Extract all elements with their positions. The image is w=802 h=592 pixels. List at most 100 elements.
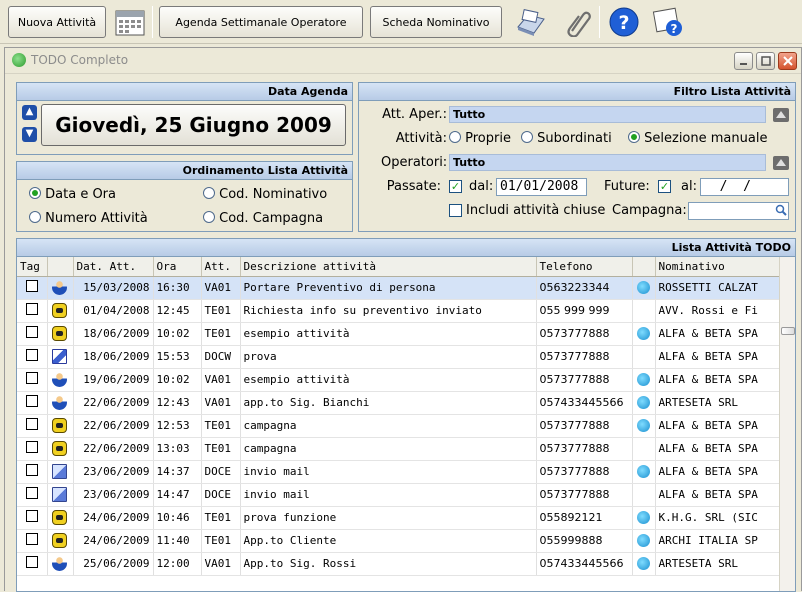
call-icon[interactable] [637, 419, 650, 433]
date-up-icon[interactable]: ▲ [22, 105, 37, 120]
row-call-cell [632, 299, 656, 323]
row-tag-checkbox[interactable] [25, 349, 38, 361]
row-tag-checkbox[interactable] [25, 464, 38, 476]
activity-option-own[interactable]: Proprie [449, 131, 511, 146]
to-date-input[interactable]: / / [700, 178, 789, 196]
row-call-cell [632, 391, 656, 415]
table-row[interactable]: 24/06/2009 11:40 TE01 App.to Cliente 0559998… [17, 529, 782, 553]
date-down-icon[interactable]: ▼ [22, 127, 37, 142]
table-row[interactable]: 22/06/2009 12:53 TE01 campagna 0573777888 ALF… [17, 414, 782, 438]
row-description: prova [240, 345, 537, 369]
calendar-icon[interactable] [113, 5, 147, 39]
maximize-button[interactable] [756, 52, 775, 70]
call-icon[interactable] [637, 396, 650, 410]
row-tag-checkbox[interactable] [25, 326, 38, 338]
radio-icon[interactable] [203, 187, 215, 199]
operators-label: Operatori: [381, 155, 448, 170]
table-row[interactable]: 15/03/2008 16:30 VA01 Portare Preventivo di… [17, 276, 782, 300]
row-phone: 0573777888 [536, 345, 633, 369]
weekly-agenda-button[interactable]: Agenda Settimanale Operatore [159, 6, 363, 38]
phone-icon [51, 303, 67, 318]
radio-icon[interactable] [29, 187, 41, 199]
table-row[interactable]: 22/06/2009 13:03 TE01 campagna 0573777888 ALF… [17, 437, 782, 461]
row-tag-checkbox[interactable] [25, 280, 38, 292]
sort-option-activity-number[interactable]: Numero Attività [29, 211, 148, 226]
phone-icon [51, 326, 67, 341]
table-row[interactable]: 19/06/2009 10:02 VA01 esempio attività 05737… [17, 368, 782, 392]
campaign-input[interactable] [688, 202, 789, 220]
col-tag[interactable]: Tag [17, 257, 48, 277]
table-row[interactable]: 25/06/2009 12:00 VA01 App.to Sig. Rossi 0574… [17, 552, 782, 576]
activity-option-subordinates[interactable]: Subordinati [521, 131, 612, 146]
call-icon[interactable] [637, 557, 650, 571]
row-tag-checkbox[interactable] [25, 533, 38, 545]
help-icon[interactable]: ? [607, 5, 641, 39]
table-row[interactable]: 23/06/2009 14:37 DOCE invio mail 0573777888 A… [17, 460, 782, 484]
open-activities-field[interactable]: Tutto [449, 106, 766, 123]
past-checkbox[interactable]: ✓ [449, 180, 462, 193]
col-description[interactable]: Descrizione attività [240, 257, 537, 277]
col-call[interactable] [632, 257, 656, 277]
table-row[interactable]: 18/06/2009 15:53 DOCW prova 0573777888 ALFA &… [17, 345, 782, 369]
close-button[interactable] [778, 52, 797, 70]
col-time[interactable]: Ora [153, 257, 202, 277]
print-icon[interactable] [514, 5, 548, 39]
radio-icon[interactable] [628, 131, 640, 143]
scrollbar-thumb[interactable] [781, 327, 795, 335]
table-row[interactable]: 18/06/2009 10:02 TE01 esempio attività 05737… [17, 322, 782, 346]
activity-option-manual[interactable]: Selezione manuale [628, 131, 767, 146]
table-row[interactable]: 01/04/2008 12:45 TE01 Richiesta info su pre… [17, 299, 782, 323]
row-tag-checkbox[interactable] [25, 556, 38, 568]
help-info-icon[interactable]: ? [651, 5, 685, 39]
col-contact-name[interactable]: Nominativo [655, 257, 782, 277]
row-tag-checkbox[interactable] [25, 418, 38, 430]
row-tag-checkbox[interactable] [25, 510, 38, 522]
row-date: 25/06/2009 [73, 552, 154, 576]
col-type-icon[interactable] [47, 257, 74, 277]
row-phone: 057433445566 [536, 391, 633, 415]
agenda-date-button[interactable]: Giovedì, 25 Giugno 2009 [41, 104, 346, 146]
call-icon[interactable] [637, 511, 650, 525]
row-tag-checkbox[interactable] [25, 303, 38, 315]
radio-icon[interactable] [521, 131, 533, 143]
call-icon[interactable] [637, 534, 650, 548]
future-checkbox[interactable]: ✓ [658, 180, 671, 193]
radio-icon[interactable] [29, 211, 41, 223]
col-activity-code[interactable]: Att. [201, 257, 241, 277]
new-activity-button[interactable]: Nuova Attività [8, 6, 106, 38]
row-date: 18/06/2009 [73, 345, 154, 369]
table-row[interactable]: 23/06/2009 14:47 DOCE invio mail 0573777888 A… [17, 483, 782, 507]
call-icon[interactable] [637, 465, 650, 479]
table-row[interactable]: 22/06/2009 12:43 VA01 app.to Sig. Bianchi 05… [17, 391, 782, 415]
col-date[interactable]: Dat. Att. [73, 257, 154, 277]
contact-sheet-button[interactable]: Scheda Nominativo [370, 6, 502, 38]
call-icon[interactable] [637, 327, 650, 341]
include-closed-checkbox[interactable] [449, 204, 462, 217]
row-activity-code: VA01 [201, 276, 241, 300]
operators-field[interactable]: Tutto [449, 154, 766, 171]
col-phone[interactable]: Telefono [536, 257, 633, 277]
open-activities-picker-icon[interactable] [772, 106, 790, 124]
sort-option-contact-code[interactable]: Cod. Nominativo [203, 187, 327, 202]
attachment-icon[interactable] [560, 5, 594, 39]
row-tag-checkbox[interactable] [25, 395, 38, 407]
minimize-button[interactable] [734, 52, 753, 70]
radio-icon[interactable] [203, 211, 215, 223]
row-tag-checkbox[interactable] [25, 372, 38, 384]
window-titlebar: TODO Completo [5, 48, 801, 74]
campaign-search-icon[interactable] [775, 204, 787, 217]
vertical-scrollbar[interactable] [779, 257, 795, 591]
sort-option-campaign-code[interactable]: Cod. Campagna [203, 211, 323, 226]
radio-icon[interactable] [449, 131, 461, 143]
from-label: dal: [469, 179, 494, 194]
row-activity-code: DOCE [201, 460, 241, 484]
call-icon[interactable] [637, 281, 650, 295]
sort-option-date-time[interactable]: Data e Ora [29, 187, 116, 202]
operators-picker-icon[interactable] [772, 154, 790, 172]
row-tag-checkbox[interactable] [25, 441, 38, 453]
row-contact-name: ALFA & BETA SPA [655, 460, 782, 484]
call-icon[interactable] [637, 373, 650, 387]
row-tag-checkbox[interactable] [25, 487, 38, 499]
table-row[interactable]: 24/06/2009 10:46 TE01 prova funzione 0558921… [17, 506, 782, 530]
from-date-input[interactable]: 01/01/2008 [496, 178, 587, 196]
